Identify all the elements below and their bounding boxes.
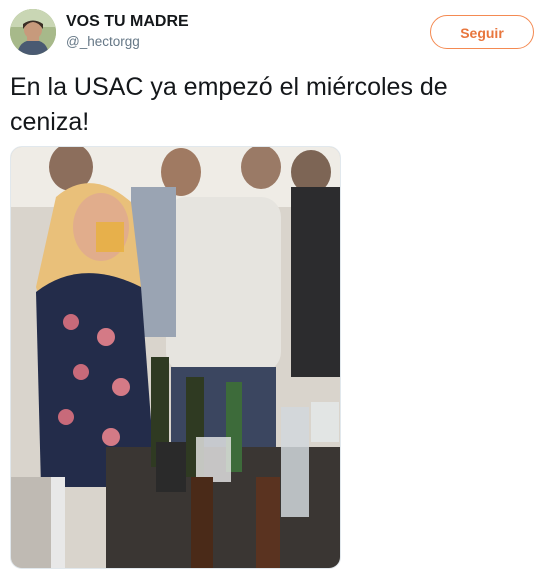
author-info: VOS TU MADRE @_hectorgg <box>66 12 189 51</box>
tweet-photo[interactable] <box>10 146 341 569</box>
photo-of-party-icon <box>11 147 340 568</box>
tweet-text: En la USAC ya empezó el miércoles de cen… <box>10 73 448 136</box>
author-display-name[interactable]: VOS TU MADRE <box>66 12 189 32</box>
follow-button[interactable]: Seguir <box>430 15 534 49</box>
profile-avatar-icon <box>10 9 56 55</box>
tweet-card: VOS TU MADRE @_hectorgg Seguir En la USA… <box>0 0 544 574</box>
author-handle[interactable]: @_hectorgg <box>66 33 189 51</box>
author-avatar[interactable] <box>10 9 56 55</box>
